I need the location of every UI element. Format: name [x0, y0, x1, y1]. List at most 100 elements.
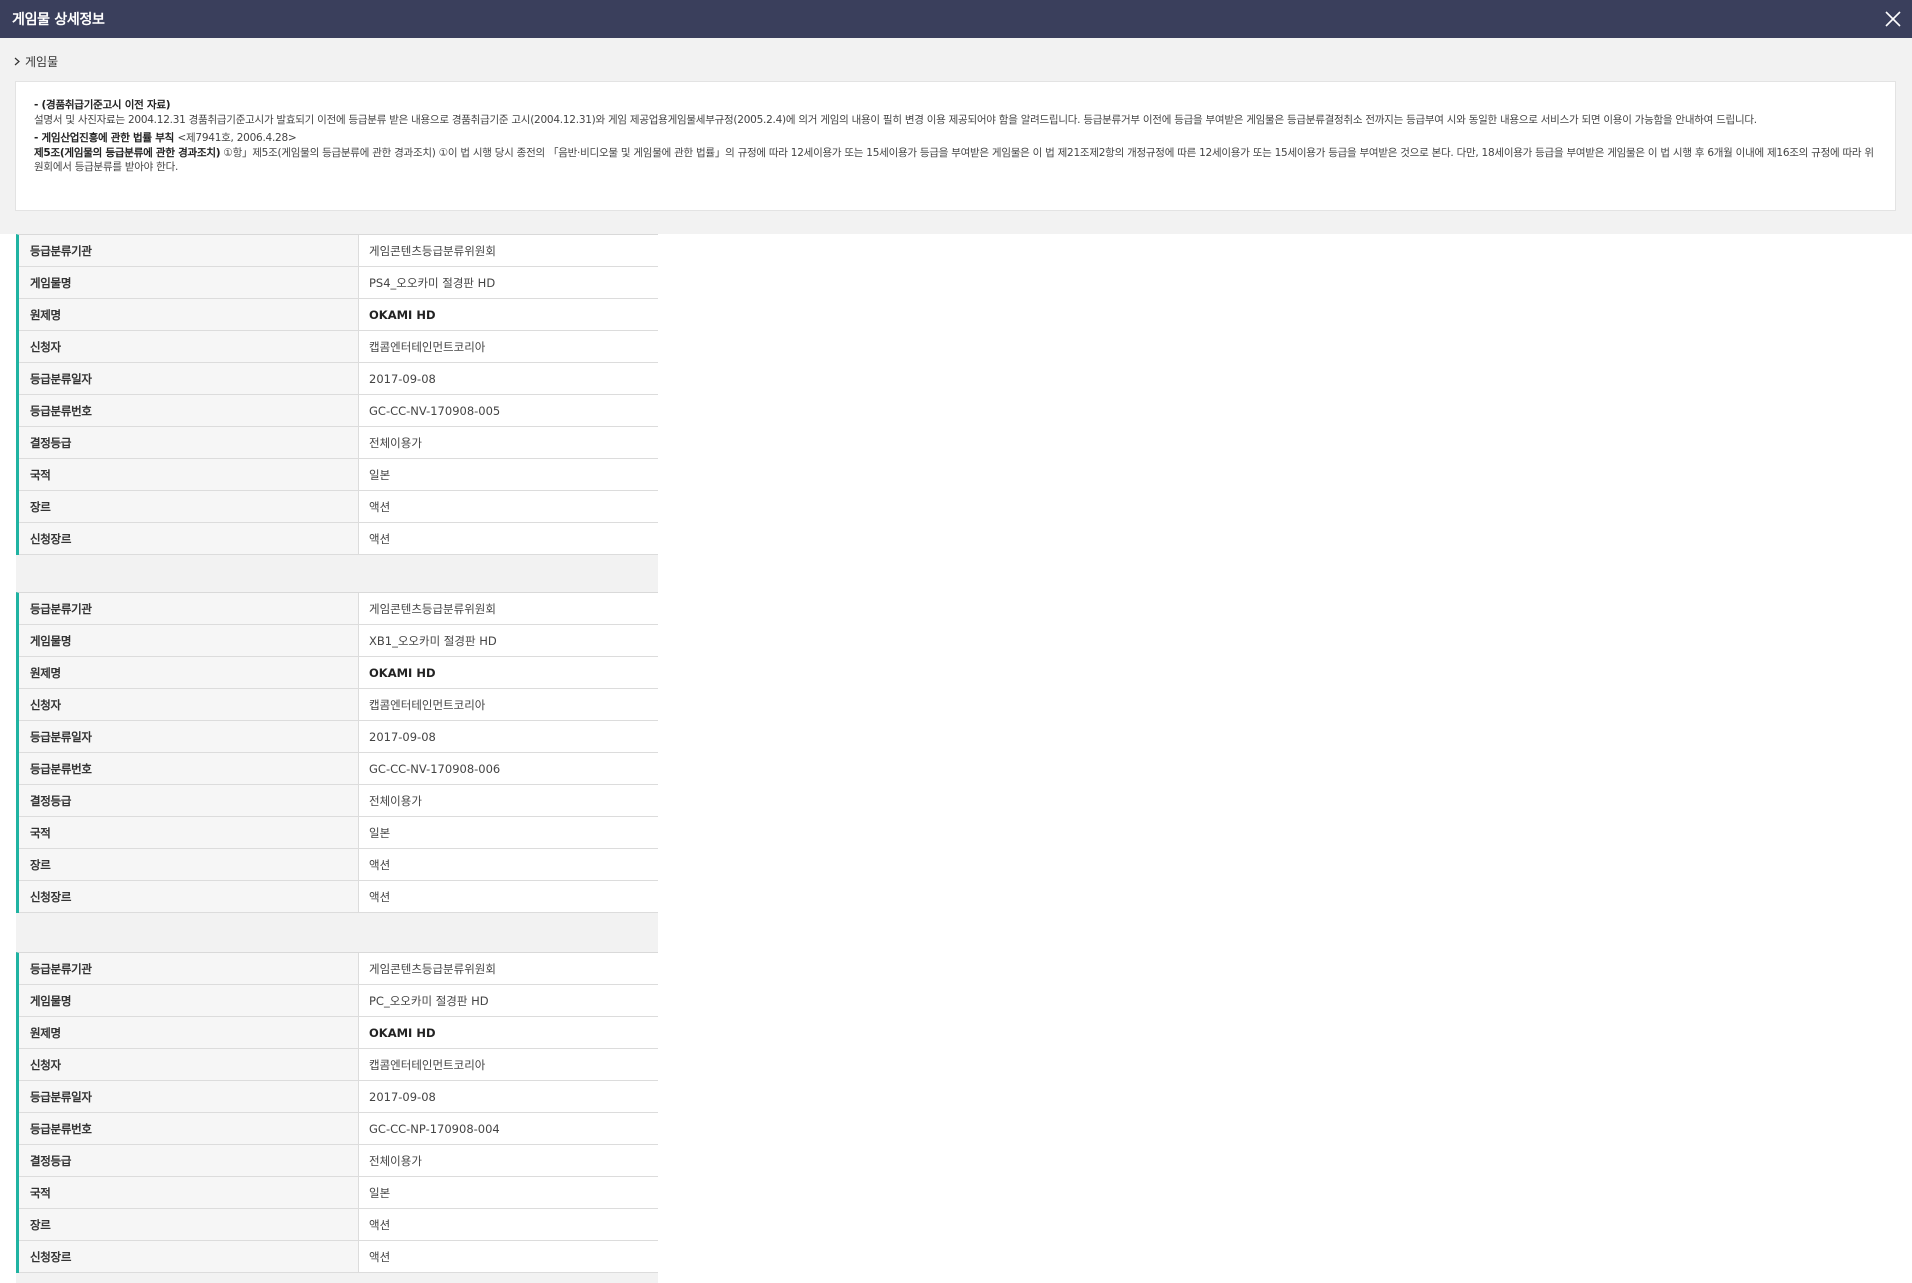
field-label: 결정등급 [19, 785, 359, 816]
table-row-game-name: 게임물명 XB1_오오카미 절경판 HD [19, 625, 658, 657]
field-label: 원제명 [19, 657, 359, 688]
notice-text-2-line: 제5조(게임물의 등급분류에 관한 경과조치) ①항」제5조(게임물의 등급분류… [34, 146, 1877, 175]
notice-heading-2-sub: <제7941호, 2006.4.28> [177, 132, 297, 144]
field-label: 등급분류번호 [19, 753, 359, 784]
field-value: OKAMI HD [359, 299, 658, 330]
field-label: 결정등급 [19, 1145, 359, 1176]
field-label: 신청장르 [19, 881, 359, 912]
field-value: 액션 [359, 1241, 658, 1272]
notice-heading-2-line: - 게임산업진흥에 관한 법률 부칙 <제7941호, 2006.4.28> [34, 131, 1877, 146]
table-row-decided-rating: 결정등급 전체이용가 [19, 785, 658, 817]
field-value: 게임콘텐츠등급분류위원회 [359, 953, 658, 984]
field-value: 2017-09-08 [359, 363, 658, 394]
field-value: 일본 [359, 1177, 658, 1208]
rating-record-table: 등급분류기관 게임콘텐츠등급분류위원회 게임물명 PC_오오카미 절경판 HD 원제명 O… [16, 952, 658, 1273]
table-row-agency: 등급분류기관 게임콘텐츠등급분류위원회 [19, 593, 658, 625]
table-row-applicant: 신청자 캡콤엔터테인먼트코리아 [19, 331, 658, 363]
table-row-rating-date: 등급분류일자 2017-09-08 [19, 721, 658, 753]
field-value: PC_오오카미 절경판 HD [359, 985, 658, 1016]
window-title: 게임물 상세정보 [12, 12, 105, 28]
field-label: 등급분류번호 [19, 395, 359, 426]
table-row-agency: 등급분류기관 게임콘텐츠등급분류위원회 [19, 235, 658, 267]
table-row-applicant: 신청자 캡콤엔터테인먼트코리아 [19, 689, 658, 721]
window-titlebar: 게임물 상세정보 [0, 0, 1912, 38]
field-value: 액션 [359, 1209, 658, 1240]
field-value: 일본 [359, 817, 658, 848]
field-value: 캡콤엔터테인먼트코리아 [359, 689, 658, 720]
close-button[interactable] [1874, 0, 1912, 38]
notice-text-1: 설명서 및 사진자료는 2004.12.31 경품취급기준고시가 발효되기 이전… [34, 113, 1757, 126]
field-value: 액션 [359, 881, 658, 912]
notice-heading-3: 제5조(게임물의 등급분류에 관한 경과조치) [34, 146, 221, 159]
field-value: 액션 [359, 523, 658, 554]
breadcrumb: 게임물 [14, 53, 58, 70]
field-value: 액션 [359, 849, 658, 880]
table-row-original-title: 원제명 OKAMI HD [19, 657, 658, 689]
table-row-genre: 장르 액션 [19, 491, 658, 523]
table-row-decided-rating: 결정등급 전체이용가 [19, 427, 658, 459]
table-row-rating-date: 등급분류일자 2017-09-08 [19, 363, 658, 395]
field-label: 등급분류일자 [19, 721, 359, 752]
field-value: 2017-09-08 [359, 721, 658, 752]
field-value: 게임콘텐츠등급분류위원회 [359, 235, 658, 266]
table-row-agency: 등급분류기관 게임콘텐츠등급분류위원회 [19, 953, 658, 985]
field-value: 일본 [359, 459, 658, 490]
field-value: 전체이용가 [359, 785, 658, 816]
table-row-genre: 장르 액션 [19, 849, 658, 881]
chevron-right-icon [14, 57, 20, 66]
table-row-applied-genre: 신청장르 액션 [19, 523, 658, 555]
table-row-genre: 장르 액션 [19, 1209, 658, 1241]
field-label: 게임물명 [19, 625, 359, 656]
field-label: 국적 [19, 459, 359, 490]
field-label: 결정등급 [19, 427, 359, 458]
field-label: 게임물명 [19, 267, 359, 298]
field-value: 전체이용가 [359, 427, 658, 458]
field-value: 2017-09-08 [359, 1081, 658, 1112]
field-value: OKAMI HD [359, 1017, 658, 1048]
field-label: 등급분류일자 [19, 363, 359, 394]
field-value: 액션 [359, 491, 658, 522]
field-value: 게임콘텐츠등급분류위원회 [359, 593, 658, 624]
table-row-nationality: 국적 일본 [19, 1177, 658, 1209]
notice-heading-1: - (경품취급기준고시 이전 자료) [34, 99, 171, 111]
field-label: 국적 [19, 817, 359, 848]
field-value: OKAMI HD [359, 657, 658, 688]
notice-box: - (경품취급기준고시 이전 자료) 설명서 및 사진자료는 2004.12.3… [15, 81, 1896, 211]
table-row-applied-genre: 신청장르 액션 [19, 881, 658, 913]
table-row-decided-rating: 결정등급 전체이용가 [19, 1145, 658, 1177]
table-row-rating-number: 등급분류번호 GC-CC-NP-170908-004 [19, 1113, 658, 1145]
field-value: GC-CC-NV-170908-006 [359, 753, 658, 784]
table-row-nationality: 국적 일본 [19, 817, 658, 849]
table-row-game-name: 게임물명 PS4_오오카미 절경판 HD [19, 267, 658, 299]
table-row-applied-genre: 신청장르 액션 [19, 1241, 658, 1273]
field-label: 등급분류기관 [19, 235, 359, 266]
field-value: 캡콤엔터테인먼트코리아 [359, 331, 658, 362]
table-row-game-name: 게임물명 PC_오오카미 절경판 HD [19, 985, 658, 1017]
notice-heading-2: - 게임산업진흥에 관한 법률 부칙 [34, 132, 178, 144]
field-label: 장르 [19, 849, 359, 880]
field-label: 장르 [19, 1209, 359, 1240]
table-row-applicant: 신청자 캡콤엔터테인먼트코리아 [19, 1049, 658, 1081]
field-value: GC-CC-NP-170908-004 [359, 1113, 658, 1144]
field-value: XB1_오오카미 절경판 HD [359, 625, 658, 656]
field-value: PS4_오오카미 절경판 HD [359, 267, 658, 298]
table-row-original-title: 원제명 OKAMI HD [19, 299, 658, 331]
notice-text-2: ①항」제5조(게임물의 등급분류에 관한 경과조치) ①이 법 시행 당시 종전… [34, 146, 1874, 174]
field-label: 신청자 [19, 1049, 359, 1080]
field-label: 원제명 [19, 299, 359, 330]
table-row-nationality: 국적 일본 [19, 459, 658, 491]
table-row-rating-number: 등급분류번호 GC-CC-NV-170908-006 [19, 753, 658, 785]
close-icon[interactable] [1884, 10, 1902, 28]
field-label: 게임물명 [19, 985, 359, 1016]
rating-record-table: 등급분류기관 게임콘텐츠등급분류위원회 게임물명 XB1_오오카미 절경판 HD 원제명… [16, 592, 658, 913]
field-label: 신청장르 [19, 523, 359, 554]
field-label: 신청자 [19, 689, 359, 720]
breadcrumb-label: 게임물 [25, 55, 59, 69]
field-label: 국적 [19, 1177, 359, 1208]
rating-record-table: 등급분류기관 게임콘텐츠등급분류위원회 게임물명 PS4_오오카미 절경판 HD 원제명… [16, 234, 658, 555]
field-label: 등급분류일자 [19, 1081, 359, 1112]
field-label: 등급분류기관 [19, 593, 359, 624]
field-label: 신청장르 [19, 1241, 359, 1272]
field-value: 전체이용가 [359, 1145, 658, 1176]
field-label: 등급분류번호 [19, 1113, 359, 1144]
